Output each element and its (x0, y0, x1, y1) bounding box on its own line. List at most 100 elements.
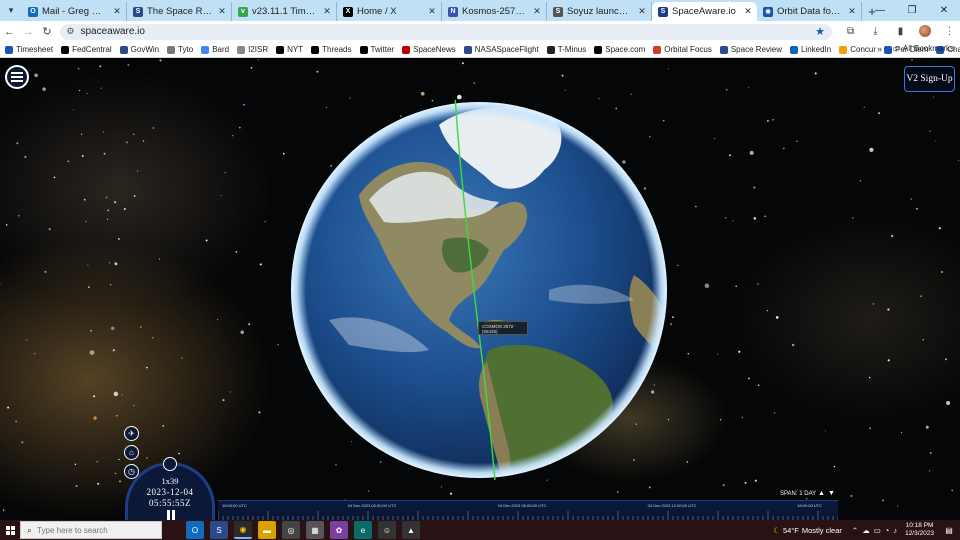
browser-tab[interactable]: N Kosmos-2571 Razdan N° ✕ (442, 2, 547, 21)
app-s-icon[interactable]: S (210, 521, 228, 539)
timeline-scrubber[interactable]: 18:00:00 UTC 04 Dec 2023 00:00:00 UTC 04 D… (218, 500, 838, 520)
satellite-icon[interactable]: ✈ (124, 426, 139, 441)
star (119, 480, 121, 483)
chevron-up-icon[interactable]: ⌃ (852, 526, 858, 535)
bookmark-item[interactable]: Concur (839, 45, 876, 54)
close-tab-icon[interactable]: ✕ (427, 6, 437, 17)
bookmark-item[interactable]: LinkedIn (789, 45, 831, 54)
star (109, 283, 112, 286)
close-tab-icon[interactable]: ✕ (112, 6, 122, 17)
browser-tab[interactable]: v v23.11.1 Time — Timeshe ✕ (232, 2, 337, 21)
bookmark-item[interactable]: Bard (201, 45, 229, 54)
site-info-icon[interactable]: ⚙ (66, 26, 74, 37)
star (757, 384, 760, 387)
side-panel-icon[interactable]: ▮ (890, 21, 911, 42)
star (44, 270, 47, 273)
close-window-icon[interactable]: ✕ (928, 0, 960, 21)
hamburger-menu-button[interactable] (5, 65, 29, 89)
notification-icon[interactable]: ▤ (942, 526, 956, 535)
close-tab-icon[interactable]: ✕ (217, 6, 227, 17)
bookmark-item[interactable]: T-Minus (546, 45, 586, 54)
bookmark-item[interactable]: Orbital Focus (653, 45, 712, 54)
close-tab-icon[interactable]: ✕ (847, 6, 857, 17)
pause-icon[interactable] (167, 510, 177, 520)
minimize-icon[interactable]: — (864, 0, 896, 21)
edge-app-icon[interactable]: e (354, 521, 372, 539)
browser-tab[interactable]: S The Space Review: Olimp ✕ (127, 2, 232, 21)
taskbar-search[interactable]: ⌕ (20, 521, 162, 539)
span-adjust-arrows[interactable]: ▲▼ (818, 490, 838, 497)
close-tab-icon[interactable]: ✕ (743, 6, 753, 17)
downloads-icon[interactable]: ⤓ (865, 21, 886, 42)
network-icon[interactable]: ▭ (874, 526, 881, 535)
extensions-puzzle-icon[interactable]: ⧉ (840, 21, 861, 42)
bookmark-item[interactable]: Tyto (167, 45, 193, 54)
star (863, 106, 865, 108)
reload-icon[interactable]: ↻ (38, 21, 57, 42)
star (80, 133, 83, 135)
tab-favicon-icon: S (658, 6, 668, 17)
tab-search-chevron-icon[interactable]: ▾ (0, 0, 22, 21)
bookmark-item[interactable]: Threads (311, 45, 352, 54)
chrome-app-icon[interactable]: ◉ (234, 521, 252, 539)
windows-start-icon[interactable] (0, 520, 20, 540)
cloud-icon[interactable]: ☁ (862, 526, 870, 535)
star (86, 92, 88, 94)
weather-widget[interactable]: ☾ 54°F Mostly clear (773, 526, 842, 535)
volume-icon[interactable]: ♪ (893, 526, 897, 535)
tab-title: Kosmos-2571 Razdan N° (462, 6, 528, 17)
bookmark-item[interactable]: NASASpaceFlight (463, 45, 539, 54)
span-down-icon[interactable]: ▼ (828, 490, 838, 497)
bookmark-item[interactable]: Twitter (359, 45, 394, 54)
span-indicator: SPAN: 1 DAY (780, 491, 817, 497)
browser-tab[interactable]: X Home / X ✕ (337, 2, 442, 21)
bookmark-item[interactable]: FedCentral (61, 45, 112, 54)
photos-app-icon[interactable]: ▲ (402, 521, 420, 539)
taskbar-search-input[interactable] (37, 525, 148, 535)
teams-app-icon[interactable]: ✿ (330, 521, 348, 539)
taskbar-clock[interactable]: 10:18 PM 12/3/2023 (905, 522, 934, 538)
bookmark-star-icon[interactable]: ★ (815, 25, 825, 38)
all-bookmarks-button[interactable]: ▭ All Bookmarks (892, 44, 954, 53)
browser-tab[interactable]: S SpaceAware.io ✕ (652, 2, 757, 21)
profile-avatar[interactable] (919, 25, 932, 37)
satellite-label[interactable]: COSMOS 2572 (58435) (478, 321, 528, 335)
browser-tab[interactable]: O Mail - Greg Gillinger (Int ✕ (22, 2, 127, 21)
app-chat-icon[interactable]: ☺ (378, 521, 396, 539)
close-tab-icon[interactable]: ✕ (637, 6, 647, 17)
browser-tab[interactable]: ✸ Orbit Data for 58435 ✕ (757, 2, 862, 21)
tab-title: Mail - Greg Gillinger (Int (42, 6, 108, 17)
browser-menu-kebab-icon[interactable]: ⋮ (939, 21, 960, 42)
more-bookmarks-chevron-icon[interactable]: » (877, 44, 882, 54)
browser-tab[interactable]: S Soyuz launches on a mil ✕ (547, 2, 652, 21)
back-arrow-icon[interactable]: ← (0, 21, 19, 42)
url-input[interactable] (80, 26, 781, 37)
time-dial-knob[interactable] (163, 457, 177, 471)
wifi-icon[interactable]: ◔ (885, 526, 890, 535)
bookmark-item[interactable]: Space.com (594, 45, 645, 54)
space-viewport[interactable]: COSMOS 2572 (58435) V2 Sign-Up ✈ ⌂ ◷ 1x3… (0, 59, 960, 520)
bookmark-item[interactable]: I2ISR (237, 45, 268, 54)
home-icon[interactable]: ⌂ (124, 445, 139, 460)
star (121, 394, 123, 396)
close-tab-icon[interactable]: ✕ (322, 6, 332, 17)
span-up-icon[interactable]: ▲ (818, 490, 828, 497)
star (349, 97, 351, 99)
earth-globe[interactable] (289, 100, 669, 480)
address-bar[interactable]: ⚙ ★ (60, 23, 833, 40)
browser-toolbar: ← → ↻ ⚙ ★ ⧉ ⤓ ▮ ⋮ (0, 21, 960, 42)
bookmark-item[interactable]: NYT (276, 45, 303, 54)
maximize-icon[interactable]: ❐ (896, 0, 928, 21)
bookmark-item[interactable]: GovWin (119, 45, 159, 54)
v2-signup-button[interactable]: V2 Sign-Up (904, 66, 955, 92)
bookmark-item[interactable]: SpaceNews (402, 45, 456, 54)
bookmark-item[interactable]: Space Review (719, 45, 782, 54)
forward-arrow-icon[interactable]: → (19, 21, 38, 42)
file-explorer-icon[interactable]: ▬ (258, 521, 276, 539)
app-disc-icon[interactable]: ◎ (282, 521, 300, 539)
time-rate[interactable]: 1x39 (128, 476, 212, 486)
calculator-icon[interactable]: ▦ (306, 521, 324, 539)
bookmark-item[interactable]: Timesheet (5, 45, 53, 54)
close-tab-icon[interactable]: ✕ (532, 6, 542, 17)
outlook-app-icon[interactable]: O (186, 521, 204, 539)
